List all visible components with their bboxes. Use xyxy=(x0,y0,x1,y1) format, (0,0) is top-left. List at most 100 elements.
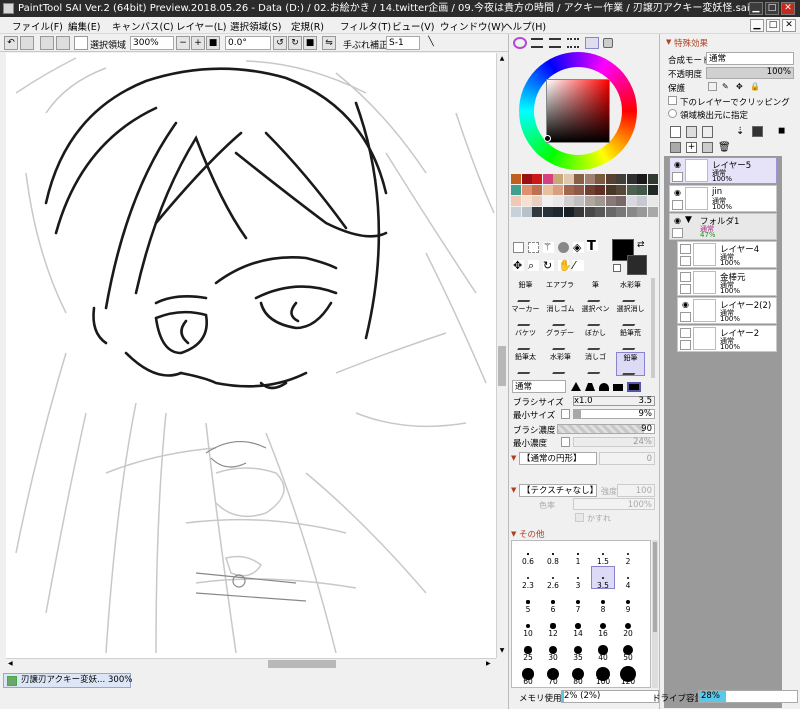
color-swatch[interactable] xyxy=(616,196,626,206)
layer-select-checkbox[interactable] xyxy=(672,172,683,182)
menu-layer[interactable]: レイヤー(L) xyxy=(176,19,226,33)
delete-layer-icon[interactable]: 🗑 xyxy=(718,142,731,153)
shape-collapse-icon[interactable]: ▼ xyxy=(511,454,516,462)
color-swatch[interactable] xyxy=(574,185,584,195)
layer-select-checkbox[interactable] xyxy=(672,228,683,238)
brush-tool-slot[interactable]: エアブラシ xyxy=(546,280,575,304)
brush-texture-select[interactable]: 【テクスチャなし】 xyxy=(519,484,598,497)
color-swatch[interactable] xyxy=(511,207,521,217)
selection-visible-checkbox[interactable] xyxy=(74,36,88,50)
new-layer-icon[interactable] xyxy=(670,126,681,138)
menu-view[interactable]: ビュー(V) xyxy=(392,19,434,33)
selection-pen-icon[interactable] xyxy=(558,242,569,253)
layer-opacity-slider[interactable]: 100% xyxy=(706,67,794,79)
stabilizer-select[interactable]: S-1 xyxy=(386,36,420,50)
clip-checkbox[interactable] xyxy=(668,96,677,105)
canvas-vertical-scrollbar[interactable]: ▲ ▼ xyxy=(496,53,507,658)
color-swatch[interactable] xyxy=(616,185,626,195)
layer-visibility-eye-icon[interactable] xyxy=(680,272,691,282)
brush-tool-slot[interactable]: グラデーション xyxy=(546,328,575,352)
layer-row[interactable]: ◉ レイヤー5 通常 100% xyxy=(669,157,777,184)
color-swatch[interactable] xyxy=(637,196,647,206)
drawing-canvas[interactable] xyxy=(6,53,496,658)
intermediate-color-icon[interactable] xyxy=(567,38,579,48)
color-swatch[interactable] xyxy=(605,196,616,206)
color-swatch[interactable] xyxy=(584,174,595,184)
scratchpad-icon[interactable] xyxy=(603,38,613,48)
brush-tool-slot[interactable]: ぼかし xyxy=(581,328,610,352)
brush-tool-slot[interactable]: 選択ペン xyxy=(581,304,610,328)
swap-colors-icon[interactable]: ⇄ xyxy=(637,240,645,250)
layer-visibility-eye-icon[interactable]: ◉ xyxy=(680,300,691,310)
color-swatch[interactable] xyxy=(605,185,616,195)
brush-shape-select[interactable]: 【通常の円形】 xyxy=(519,452,597,465)
color-swatch[interactable] xyxy=(542,207,553,217)
color-swatch[interactable] xyxy=(553,196,563,206)
brush-tool-slot[interactable]: 鉛筆荒 xyxy=(616,328,645,352)
color-swatch[interactable] xyxy=(574,174,584,184)
effect-collapse-icon[interactable]: ▼ xyxy=(666,38,671,46)
ruler-line-icon[interactable]: ╲ xyxy=(424,36,438,50)
mdi-close-button[interactable]: ✕ xyxy=(782,19,796,32)
color-swatch[interactable] xyxy=(553,174,563,184)
brush-tool-slot[interactable]: 鉛筆太 xyxy=(511,352,540,376)
color-swatch[interactable] xyxy=(584,185,595,195)
copy-layer-icon[interactable] xyxy=(670,142,681,153)
redo-icon[interactable] xyxy=(20,36,34,50)
brush-tool-slot[interactable]: 水彩筆 xyxy=(546,352,575,376)
text-tool-icon[interactable]: T xyxy=(587,240,598,253)
blur-checkbox[interactable] xyxy=(575,513,584,522)
color-swatch[interactable] xyxy=(637,185,647,195)
maximize-button[interactable]: □ xyxy=(765,2,779,15)
color-swatch[interactable] xyxy=(605,174,616,184)
color-wheel-mode-icon[interactable] xyxy=(513,37,527,49)
layer-select-checkbox[interactable] xyxy=(680,312,691,322)
zoom-out-button[interactable]: − xyxy=(176,36,190,50)
swatch-mode-icon[interactable] xyxy=(585,37,599,49)
protect-draw-icon[interactable]: ✎ xyxy=(722,82,729,91)
color-swatch[interactable] xyxy=(542,185,553,195)
other-collapse-icon[interactable]: ▼ xyxy=(511,530,516,538)
color-swatch[interactable] xyxy=(647,185,658,195)
min-density-checkbox[interactable] xyxy=(561,437,570,447)
color-swatch[interactable] xyxy=(542,196,553,206)
color-swatch[interactable] xyxy=(532,174,542,184)
color-swatch[interactable] xyxy=(595,196,605,206)
brush-tool-slot[interactable]: 消しゴ xyxy=(581,352,610,376)
color-swatch[interactable] xyxy=(626,196,637,206)
color-swatch[interactable] xyxy=(563,174,574,184)
rgb-slider-icon[interactable] xyxy=(531,38,543,48)
color-swatch[interactable] xyxy=(563,207,574,217)
brush-tool-slot[interactable]: 消しゴム xyxy=(546,304,575,328)
min-size-slider[interactable]: 9% xyxy=(573,409,655,419)
protect-move-icon[interactable]: ✥ xyxy=(736,82,743,91)
color-picker-cursor[interactable] xyxy=(544,135,551,142)
brush-tool-slot[interactable]: バケツ xyxy=(511,328,540,352)
color-swatch[interactable] xyxy=(521,174,532,184)
brush-density-slider[interactable]: 90 xyxy=(557,424,655,434)
color-swatch[interactable] xyxy=(532,185,542,195)
brush-grid-scrollbar[interactable] xyxy=(651,278,655,378)
color-swatch[interactable] xyxy=(647,207,658,217)
color-swatch[interactable] xyxy=(584,196,595,206)
layer-row[interactable]: ◉ jin 通常 100% xyxy=(669,185,777,212)
panel-menu-icon[interactable]: ◼ xyxy=(778,126,792,140)
color-swatch[interactable] xyxy=(595,207,605,217)
color-swatch[interactable] xyxy=(521,196,532,206)
color-swatch[interactable] xyxy=(584,207,595,217)
layer-select-checkbox[interactable] xyxy=(680,340,691,350)
color-swatch[interactable] xyxy=(542,174,553,184)
brush-shape-value[interactable]: 0 xyxy=(599,452,655,465)
color-swatch[interactable] xyxy=(511,185,521,195)
layer-visibility-eye-icon[interactable]: ◉ xyxy=(672,188,683,198)
menu-selection[interactable]: 選択領域(S) xyxy=(230,19,281,33)
layer-row[interactable]: ◉ レイヤー2(2) 通常 100% xyxy=(677,297,777,324)
flip-icon[interactable]: ⇋ xyxy=(322,36,336,50)
brush-size-slider[interactable]: 3.5 xyxy=(573,396,655,406)
pattern-value[interactable]: 100% xyxy=(573,498,655,510)
layer-row[interactable]: レイヤー4 通常 100% xyxy=(677,241,777,268)
color-swatch[interactable] xyxy=(616,207,626,217)
secondary-color-swatch[interactable] xyxy=(627,255,647,275)
brush-tool-slot[interactable]: マーカー xyxy=(511,304,540,328)
layer-visibility-eye-icon[interactable] xyxy=(680,244,691,254)
